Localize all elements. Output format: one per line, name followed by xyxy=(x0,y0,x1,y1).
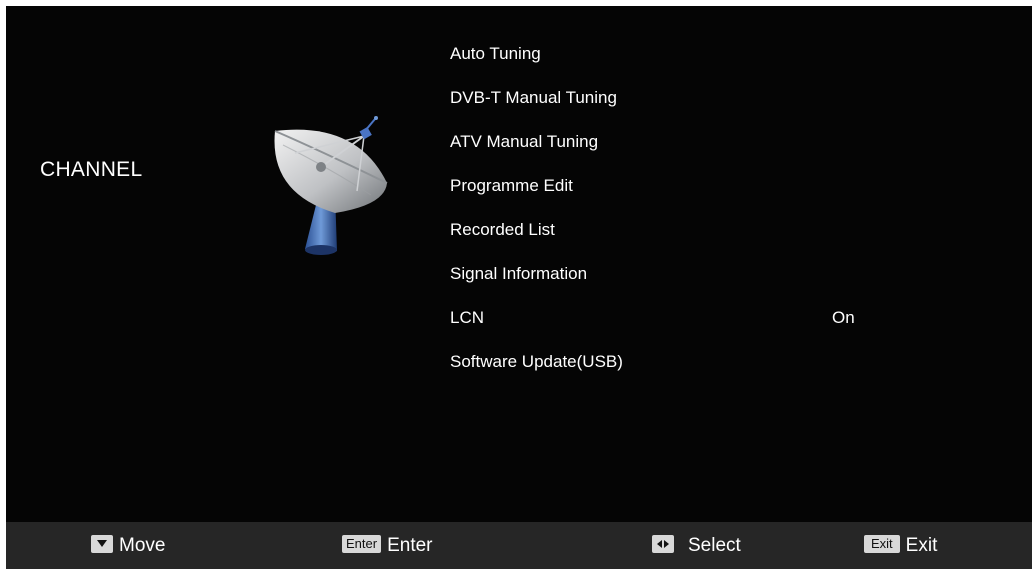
hint-enter: Enter Enter xyxy=(342,522,433,569)
hint-move: Move xyxy=(91,522,165,569)
hint-select-label: Select xyxy=(688,535,741,556)
down-arrow-key-icon xyxy=(91,534,113,553)
menu-item-label: Recorded List xyxy=(450,220,555,239)
menu-item-atv-manual-tuning[interactable]: ATV Manual Tuning xyxy=(450,125,1010,159)
menu-item-auto-tuning[interactable]: Auto Tuning xyxy=(450,37,1010,71)
hint-enter-label: Enter xyxy=(387,535,433,556)
menu-item-recorded-list[interactable]: Recorded List xyxy=(450,213,1010,247)
satellite-dish-icon xyxy=(274,116,388,255)
hint-exit: Exit Exit xyxy=(864,522,937,569)
enter-key-icon: Enter xyxy=(342,534,382,553)
menu-item-label: Signal Information xyxy=(450,264,588,283)
menu-item-label: LCN xyxy=(450,308,485,327)
menu-item-label: ATV Manual Tuning xyxy=(450,132,599,151)
menu-item-label: Programme Edit xyxy=(450,176,573,195)
hint-exit-label: Exit xyxy=(905,535,938,556)
menu-item-programme-edit[interactable]: Programme Edit xyxy=(450,169,1010,203)
section-title: CHANNEL xyxy=(40,158,143,181)
menu-item-label: Auto Tuning xyxy=(450,44,541,63)
channel-menu: Auto Tuning DVB-T Manual Tuning ATV Manu… xyxy=(450,6,1010,406)
tv-screen: CHANNEL Auto Tuning DVB-T Manual Tuning … xyxy=(6,6,1032,569)
menu-item-software-update[interactable]: Software Update(USB) xyxy=(450,345,1010,379)
left-right-arrow-key-icon xyxy=(652,534,674,553)
menu-item-lcn[interactable]: LCN On xyxy=(450,301,1010,335)
menu-item-dvbt-manual-tuning[interactable]: DVB-T Manual Tuning xyxy=(450,81,1010,115)
menu-item-signal-information[interactable]: Signal Information xyxy=(450,257,1010,291)
hint-move-label: Move xyxy=(119,535,166,556)
exit-key-icon: Exit xyxy=(864,534,900,553)
menu-item-label: DVB-T Manual Tuning xyxy=(450,88,617,107)
lcn-value: On xyxy=(832,308,855,327)
menu-item-label: Software Update(USB) xyxy=(450,352,623,371)
hint-select: Select xyxy=(652,522,741,569)
footer-hint-bar: Move Enter Enter Select Exit Exit xyxy=(6,522,1032,569)
